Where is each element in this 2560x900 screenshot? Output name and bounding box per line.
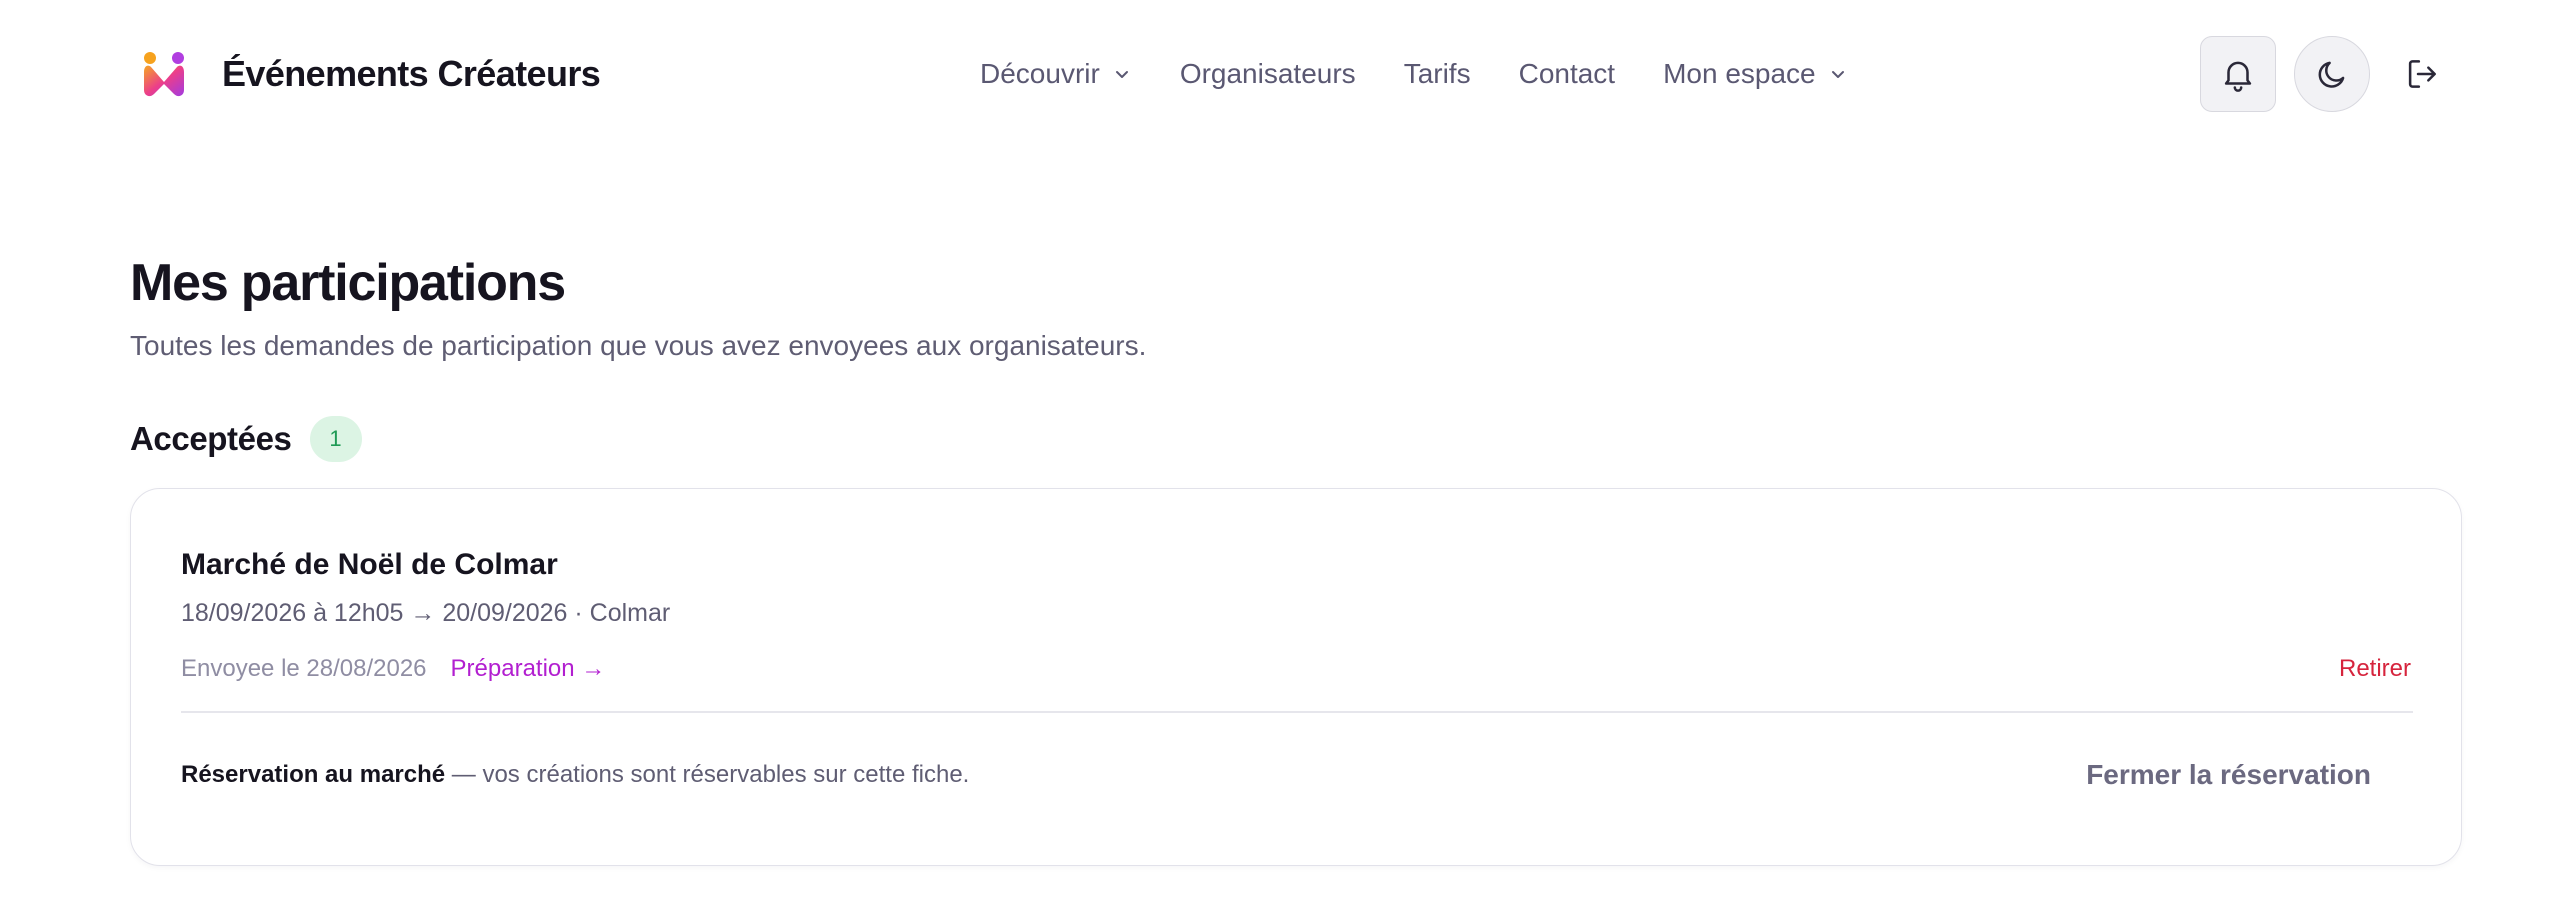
site-header: Événements Créateurs Découvrir Organisat… [0, 0, 2560, 150]
divider [181, 711, 2413, 713]
nav-my-space-label: Mon espace [1663, 58, 1816, 89]
page-subtitle: Toutes les demandes de participation que… [130, 330, 1147, 361]
nav-pricing-label: Tarifs [1403, 58, 1471, 89]
event-meta: 18/09/2026 à 12h05 → 20/09/2026 · Colmar [181, 599, 671, 627]
reservation-info: Réservation au marché — vos créations so… [181, 757, 969, 793]
sent-date: Envoyee le 28/08/2026 [181, 655, 427, 682]
nav-discover-label: Découvrir [980, 58, 1100, 89]
chevron-down-icon [1831, 71, 1844, 78]
count-badge: 1 [309, 416, 362, 462]
page-title: Mes participations [130, 254, 566, 312]
preparation-link[interactable]: Préparation → [451, 655, 606, 683]
nav-organizers[interactable]: Organisateurs [1180, 52, 1356, 96]
reservation-rest: — vos créations sont réservables sur cet… [445, 761, 970, 788]
withdraw-button[interactable]: Retirer [2339, 651, 2411, 687]
reservation-strong: Réservation au marché [181, 761, 446, 788]
moon-icon [2318, 61, 2345, 88]
logout-icon [2408, 60, 2436, 88]
logout-button[interactable] [2384, 36, 2460, 112]
main-nav: Découvrir Organisateurs Tarifs Contact M… [980, 52, 1848, 96]
event-status-row: Envoyee le 28/08/2026 Préparation → [181, 651, 605, 687]
notifications-button[interactable] [2200, 36, 2276, 112]
nav-pricing[interactable]: Tarifs [1404, 52, 1471, 96]
event-title[interactable]: Marché de Noël de Colmar [181, 545, 558, 585]
nav-contact[interactable]: Contact [1519, 52, 1616, 96]
nav-my-space[interactable]: Mon espace [1663, 52, 1848, 96]
section-title: Acceptées [130, 420, 292, 457]
nav-organizers-label: Organisateurs [1179, 58, 1356, 89]
brand-name[interactable]: Événements Créateurs [222, 52, 601, 96]
chevron-down-icon [1115, 71, 1128, 78]
nav-contact-label: Contact [1518, 58, 1616, 89]
brand-logo-icon[interactable] [138, 50, 190, 100]
close-reservation-button[interactable]: Fermer la réservation [2046, 747, 2411, 803]
nav-discover[interactable]: Découvrir [980, 52, 1132, 96]
participation-card: Marché de Noël de Colmar 18/09/2026 à 12… [130, 488, 2462, 866]
theme-toggle-button[interactable] [2294, 36, 2370, 112]
section-header-accepted: Acceptées 1 [130, 414, 362, 464]
bell-icon [2224, 61, 2252, 92]
